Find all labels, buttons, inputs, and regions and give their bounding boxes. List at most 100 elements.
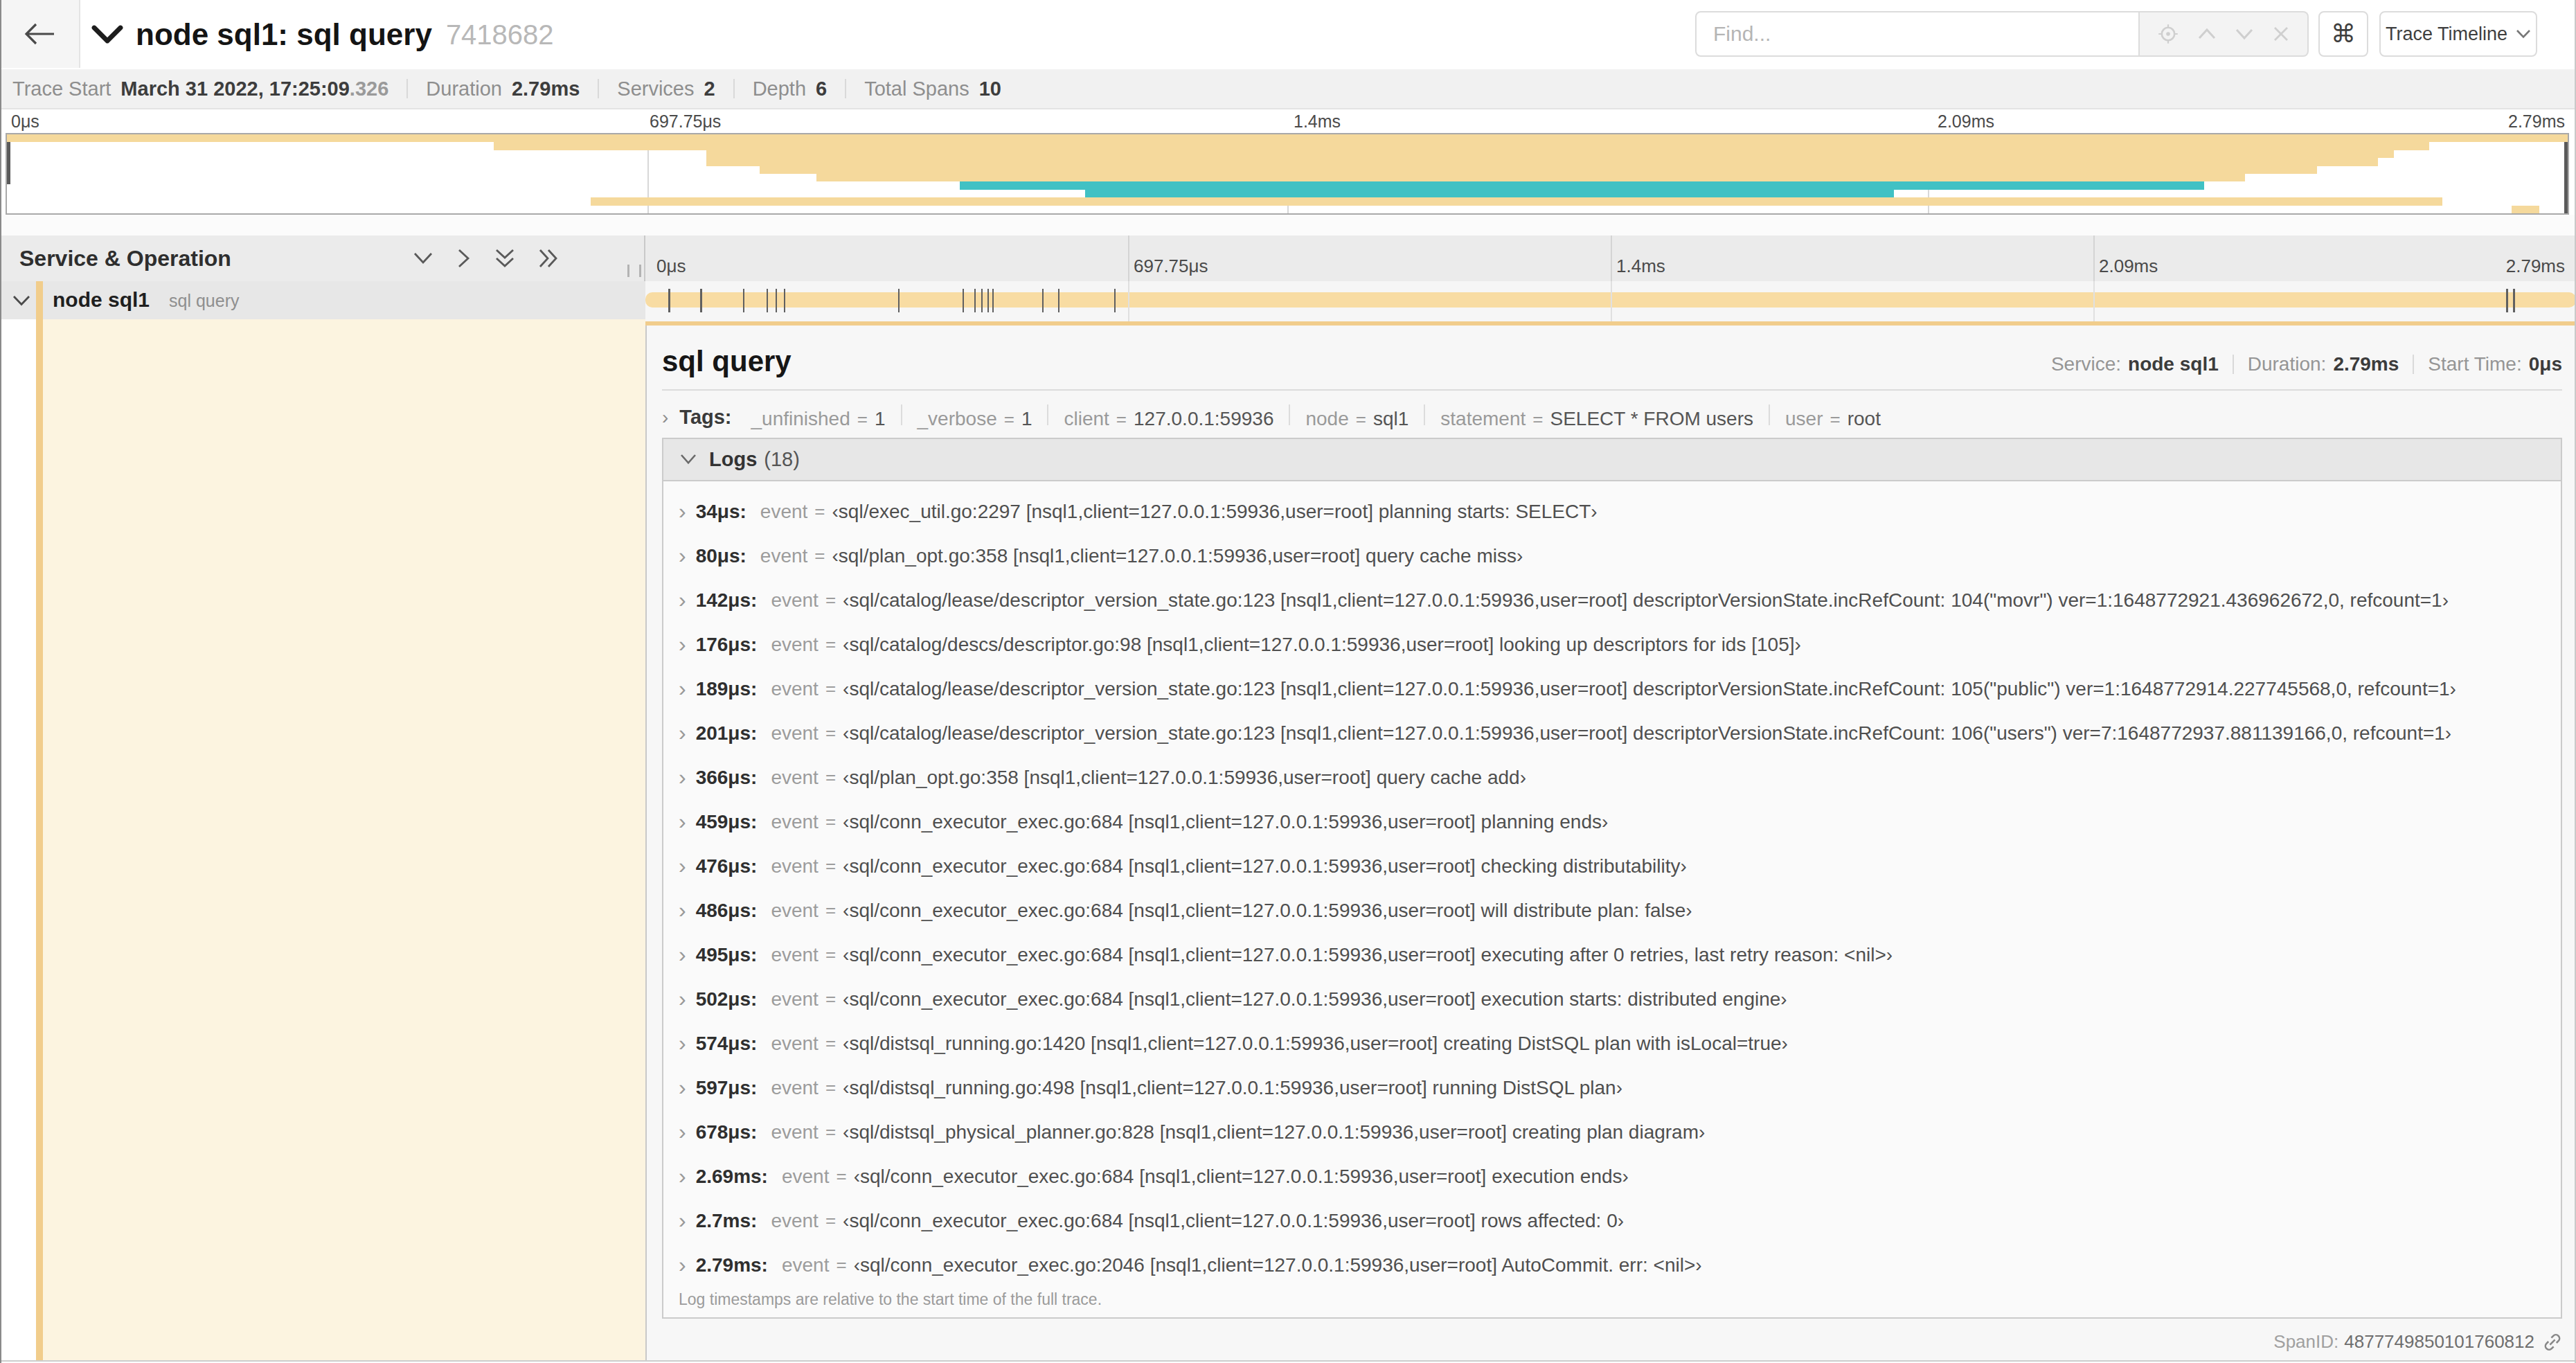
equals-sign: = [1004, 409, 1014, 429]
logs-footnote: Log timestamps are relative to the start… [679, 1290, 1102, 1309]
log-row[interactable]: ›459μs:event=‹sql/conn_executor_exec.go:… [663, 800, 2561, 844]
log-row[interactable]: ›476μs:event=‹sql/conn_executor_exec.go:… [663, 844, 2561, 889]
timeline-ruler: 0μs697.75μs1.4ms2.09ms2.79ms [645, 235, 2576, 281]
tags-row[interactable]: › Tags: _unfinished=1_verbose=1client=12… [662, 404, 1881, 430]
stat-value: 6 [816, 78, 827, 100]
equals-sign: = [825, 722, 836, 744]
next-result-icon[interactable] [2235, 28, 2254, 40]
column-resize-grip[interactable] [627, 265, 641, 277]
minimap-right-scrubber[interactable] [2564, 134, 2568, 213]
span-tree-column [0, 319, 645, 1360]
log-message: ‹sql/exec_util.go:2297 [nsql1,client=127… [832, 501, 1598, 523]
log-timestamp: 2.79ms: [696, 1254, 768, 1276]
prev-result-icon[interactable] [2197, 28, 2217, 40]
log-row[interactable]: ›502μs:event=‹sql/conn_executor_exec.go:… [663, 977, 2561, 1022]
log-row[interactable]: ›678μs:event=‹sql/distsql_physical_plann… [663, 1110, 2561, 1155]
minimap-tick-label: 697.75μs [650, 112, 721, 132]
log-tick-mark [2513, 289, 2515, 312]
chevron-right-icon: › [679, 1208, 686, 1233]
minimap-span[interactable] [494, 142, 2430, 150]
bottom-border [0, 1360, 2576, 1362]
collapse-all-icon[interactable] [494, 249, 515, 268]
log-timestamp: 366μs: [696, 767, 758, 789]
tags-items: _unfinished=1_verbose=1client=127.0.0.1:… [751, 404, 1881, 430]
log-event-key: event [771, 1210, 819, 1232]
span-row-timeline[interactable] [645, 281, 2576, 321]
equals-sign: = [825, 589, 836, 611]
minimap-tick-label: 2.79ms [2508, 112, 2565, 132]
collapse-one-icon[interactable] [413, 251, 433, 265]
collapse-trace-chevron[interactable] [91, 25, 123, 44]
log-row[interactable]: ›574μs:event=‹sql/distsql_running.go:142… [663, 1022, 2561, 1066]
minimap-span[interactable] [591, 197, 2442, 205]
header: node sql1: sql query7418682 Find... ⌘ Tr… [0, 0, 2576, 69]
minimap-span[interactable] [706, 150, 2394, 158]
minimap-span[interactable] [960, 181, 2204, 189]
log-row[interactable]: ›34μs:event=‹sql/exec_util.go:2297 [nsql… [663, 490, 2561, 534]
log-timestamp: 597μs: [696, 1077, 758, 1099]
log-timestamp: 574μs: [696, 1033, 758, 1055]
meta-value: 2.79ms [2333, 353, 2399, 375]
log-timestamp: 142μs: [696, 589, 758, 612]
equals-sign: = [814, 545, 825, 567]
divider [2233, 355, 2234, 374]
log-timestamp: 678μs: [696, 1121, 758, 1143]
minimap-span[interactable] [816, 174, 2245, 181]
equals-sign: = [825, 811, 836, 832]
link-icon[interactable] [2543, 1333, 2562, 1352]
log-row[interactable]: ›201μs:event=‹sql/catalog/lease/descript… [663, 711, 2561, 756]
operation-name: sql query [169, 291, 239, 311]
locate-icon[interactable] [2158, 24, 2179, 44]
log-message: ‹sql/conn_executor_exec.go:684 [nsql1,cl… [843, 811, 1608, 833]
minimap-tick-label: 2.09ms [1938, 112, 1994, 132]
stat-value: 2.79ms [512, 78, 580, 100]
chevron-down-icon [680, 454, 697, 465]
log-tick-mark [784, 289, 786, 312]
chevron-down-icon [2516, 29, 2531, 39]
log-event-key: event [782, 1254, 830, 1276]
clear-find-icon[interactable] [2273, 26, 2289, 42]
minimap-tick-label: 1.4ms [1294, 112, 1341, 132]
span-detail-meta: Service:node sql1Duration:2.79msStart Ti… [2051, 353, 2562, 375]
log-row[interactable]: ›486μs:event=‹sql/conn_executor_exec.go:… [663, 889, 2561, 933]
divider [845, 79, 846, 98]
log-row[interactable]: ›2.7ms:event=‹sql/conn_executor_exec.go:… [663, 1199, 2561, 1243]
trace-view-selector[interactable]: Trace Timeline [2379, 11, 2537, 57]
keyboard-shortcuts-button[interactable]: ⌘ [2318, 11, 2368, 57]
log-message: ‹sql/conn_executor_exec.go:684 [nsql1,cl… [854, 1166, 1629, 1188]
log-row[interactable]: ›80μs:event=‹sql/plan_opt.go:358 [nsql1,… [663, 534, 2561, 578]
span-row-label[interactable]: node sql1 sql query [0, 281, 645, 319]
minimap-span[interactable] [760, 166, 2316, 174]
ruler-gridline [1611, 235, 1612, 281]
log-row[interactable]: ›366μs:event=‹sql/plan_opt.go:358 [nsql1… [663, 756, 2561, 800]
log-row[interactable]: ›189μs:event=‹sql/catalog/lease/descript… [663, 667, 2561, 711]
log-row[interactable]: ›176μs:event=‹sql/catalog/descs/descript… [663, 623, 2561, 667]
logs-header[interactable]: Logs (18) [663, 439, 2561, 481]
log-timestamp: 34μs: [696, 501, 746, 523]
span-id-value: 4877749850101760812 [2344, 1331, 2534, 1353]
timeline-header: Service & Operation 0μs697.75μs1.4ms2.09… [0, 235, 2576, 283]
find-input[interactable]: Find... [1695, 11, 2140, 57]
span-name[interactable]: node sql1 sql query [53, 281, 239, 319]
minimap-span[interactable] [7, 134, 2568, 142]
minimap-span[interactable] [1085, 190, 1895, 197]
minimap-span[interactable] [2512, 206, 2540, 213]
expand-all-icon[interactable] [539, 248, 558, 269]
trace-minimap[interactable] [0, 133, 2576, 215]
log-row[interactable]: ›2.79ms:event=‹sql/conn_executor_exec.go… [663, 1243, 2561, 1288]
chevron-right-icon: › [679, 986, 686, 1012]
chevron-right-icon: › [679, 1164, 686, 1189]
log-row[interactable]: ›495μs:event=‹sql/conn_executor_exec.go:… [663, 933, 2561, 977]
meta-value: 0μs [2529, 353, 2562, 375]
log-timestamp: 189μs: [696, 678, 758, 700]
minimap-canvas[interactable] [6, 133, 2569, 215]
back-button[interactable] [0, 0, 80, 68]
span-collapse-chevron[interactable] [12, 281, 30, 319]
chevron-right-icon: › [679, 1031, 686, 1056]
expand-one-icon[interactable] [457, 248, 471, 269]
minimap-span[interactable] [706, 158, 2379, 166]
log-row[interactable]: ›142μs:event=‹sql/catalog/lease/descript… [663, 578, 2561, 623]
log-row[interactable]: ›2.69ms:event=‹sql/conn_executor_exec.go… [663, 1155, 2561, 1199]
log-row[interactable]: ›597μs:event=‹sql/distsql_running.go:498… [663, 1066, 2561, 1110]
service-operation-header: Service & Operation [0, 235, 645, 281]
